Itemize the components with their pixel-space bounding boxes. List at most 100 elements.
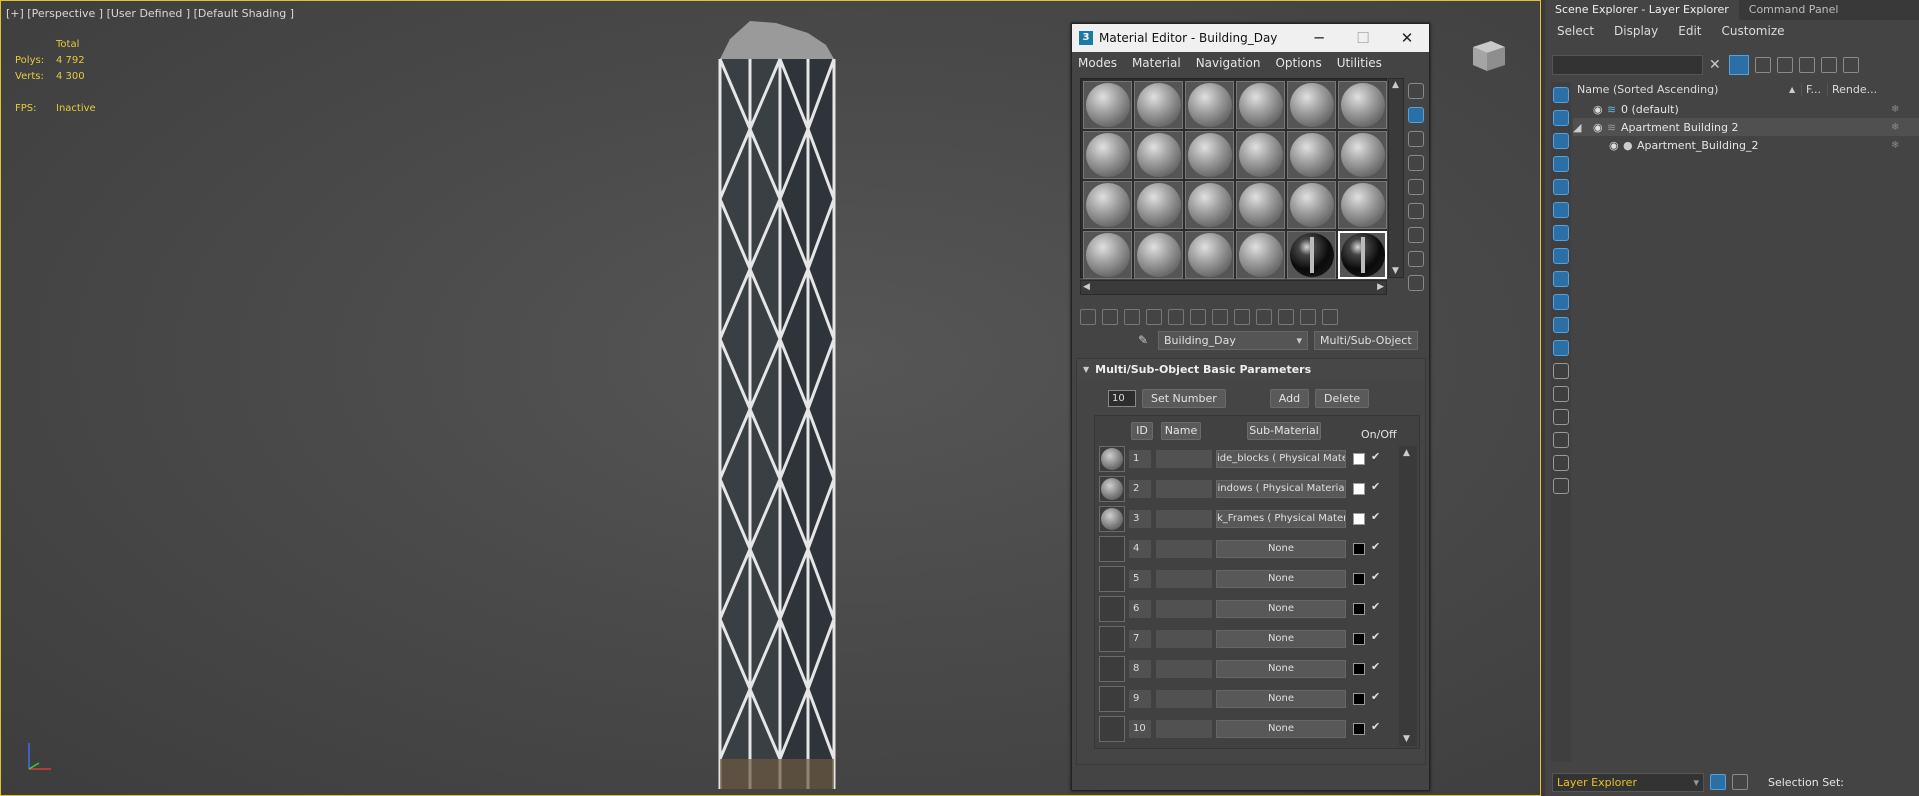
sub-material-button[interactable]: None (1216, 600, 1346, 618)
scroll-left-icon[interactable]: ◀ (1083, 282, 1090, 292)
bones-filter-icon[interactable] (1553, 271, 1569, 287)
set-number-button[interactable]: Set Number (1142, 389, 1226, 408)
scroll-down-icon[interactable]: ▼ (1403, 734, 1410, 744)
hierarchy-explorer-icon[interactable] (1732, 774, 1748, 790)
sub-material-swatch[interactable] (1099, 716, 1125, 742)
space-warps-filter-icon[interactable] (1553, 202, 1569, 218)
table-row[interactable]: 10 None ✔ (1099, 716, 1399, 743)
on-off-checkbox[interactable]: ✔ (1371, 600, 1380, 613)
material-id-channel-icon[interactable] (1212, 309, 1228, 325)
slots-vertical-scrollbar[interactable]: ▲ ▼ (1388, 78, 1404, 278)
scroll-up-icon[interactable]: ▲ (1392, 80, 1399, 90)
tab-scene-explorer[interactable]: Scene Explorer - Layer Explorer (1545, 0, 1739, 20)
material-sample-slot[interactable] (1236, 181, 1285, 229)
sort-ascending-icon[interactable]: ▲ (1789, 85, 1801, 94)
sub-material-swatch[interactable] (1099, 596, 1125, 622)
show-map-in-viewport-icon[interactable] (1234, 309, 1250, 325)
menu-material[interactable]: Material (1132, 56, 1181, 70)
color-swatch[interactable] (1353, 663, 1365, 675)
slots-horizontal-scrollbar[interactable]: ◀ ▶ (1080, 280, 1387, 295)
table-scrollbar[interactable]: ▲ ▼ (1399, 446, 1417, 746)
material-sample-slot[interactable] (1083, 81, 1132, 129)
row-name-field[interactable] (1156, 540, 1212, 558)
on-off-checkbox[interactable]: ✔ (1371, 570, 1380, 583)
on-off-checkbox[interactable]: ✔ (1371, 510, 1380, 523)
sample-uv-tiling-icon[interactable] (1408, 155, 1424, 171)
table-row[interactable]: 2 indows ( Physical Materia ✔ (1099, 476, 1399, 503)
menu-modes[interactable]: Modes (1078, 56, 1117, 70)
material-sample-slot[interactable] (1134, 131, 1183, 179)
menu-navigation[interactable]: Navigation (1196, 56, 1261, 70)
material-sample-slot[interactable] (1185, 81, 1234, 129)
go-forward-sibling-icon[interactable] (1300, 309, 1316, 325)
backlight-icon[interactable] (1408, 107, 1424, 123)
tree-item-default-layer[interactable]: ◉ ≋ 0 (default) ❄ ♨ (1573, 100, 1919, 118)
sub-material-swatch[interactable] (1099, 566, 1125, 592)
color-swatch[interactable] (1353, 723, 1365, 735)
background-icon[interactable] (1408, 131, 1424, 147)
delete-button[interactable]: Delete (1315, 389, 1370, 408)
scroll-right-icon[interactable]: ▶ (1377, 282, 1384, 292)
column-name[interactable]: Name (Sorted Ascending) (1573, 83, 1789, 96)
table-row[interactable]: 9 None ✔ (1099, 686, 1399, 713)
color-swatch[interactable] (1353, 603, 1365, 615)
maximize-icon[interactable]: ☐ (1341, 29, 1385, 47)
explorer-column-header[interactable]: Name (Sorted Ascending) ▲ F... Rende... (1573, 80, 1919, 98)
on-off-checkbox[interactable]: ✔ (1371, 540, 1380, 553)
video-color-check-icon[interactable] (1408, 179, 1424, 195)
freeze-snowflake-icon[interactable]: ❄ (1891, 140, 1899, 151)
lock-icon[interactable] (1755, 57, 1771, 73)
material-sample-slot[interactable] (1338, 181, 1387, 229)
table-row[interactable]: 1 ide_blocks ( Physical Mater ✔ (1099, 446, 1399, 473)
search-input[interactable] (1552, 55, 1703, 75)
color-swatch[interactable] (1353, 573, 1365, 585)
column-sub-material-button[interactable]: Sub-Material (1247, 422, 1321, 440)
filter-icon[interactable] (1729, 55, 1749, 75)
reset-map-icon[interactable] (1146, 309, 1162, 325)
column-id-button[interactable]: ID (1131, 422, 1153, 440)
menu-utilities[interactable]: Utilities (1337, 56, 1382, 70)
sub-material-button[interactable]: None (1216, 630, 1346, 648)
material-sample-slot[interactable] (1287, 81, 1336, 129)
on-off-checkbox[interactable]: ✔ (1371, 660, 1380, 673)
hidden-filter-icon[interactable] (1553, 340, 1569, 356)
show-end-result-icon[interactable] (1256, 309, 1272, 325)
assign-to-selection-icon[interactable] (1124, 309, 1140, 325)
row-name-field[interactable] (1156, 480, 1212, 498)
material-sample-slot[interactable] (1236, 131, 1285, 179)
close-icon[interactable]: ✕ (1385, 29, 1429, 47)
sub-material-button[interactable]: None (1216, 660, 1346, 678)
add-button[interactable]: Add (1269, 389, 1310, 408)
sub-material-swatch[interactable] (1099, 506, 1125, 532)
material-sample-slot[interactable] (1083, 181, 1132, 229)
column-frozen[interactable]: F... (1801, 82, 1827, 96)
freeze-snowflake-icon[interactable]: ❄ (1891, 122, 1899, 133)
sub-material-swatch[interactable] (1099, 656, 1125, 682)
on-off-checkbox[interactable]: ✔ (1371, 450, 1380, 463)
rollout-header[interactable]: ▼ Multi/Sub-Object Basic Parameters (1077, 359, 1425, 379)
groups-filter-icon[interactable] (1553, 225, 1569, 241)
menu-edit[interactable]: Edit (1678, 24, 1701, 38)
select-by-material-icon[interactable] (1408, 251, 1424, 267)
sample-type-icon[interactable] (1408, 83, 1424, 99)
put-to-scene-icon[interactable] (1102, 309, 1118, 325)
expand-arrow-icon[interactable]: ◢ (1573, 121, 1583, 134)
material-sample-slot[interactable] (1236, 81, 1285, 129)
scroll-up-icon[interactable]: ▲ (1403, 448, 1410, 458)
on-off-checkbox[interactable]: ✔ (1371, 630, 1380, 643)
sub-material-button[interactable]: None (1216, 720, 1346, 738)
table-row[interactable]: 6 None ✔ (1099, 596, 1399, 623)
visibility-eye-icon[interactable]: ◉ (1593, 121, 1607, 134)
row-name-field[interactable] (1156, 720, 1212, 738)
explorer-type-dropdown[interactable]: Layer Explorer (1552, 772, 1704, 792)
freeze-snowflake-icon[interactable]: ❄ (1891, 104, 1899, 115)
get-material-icon[interactable] (1080, 309, 1096, 325)
material-name-dropdown[interactable]: Building_Day (1158, 330, 1308, 350)
row-name-field[interactable] (1156, 690, 1212, 708)
sub-material-button[interactable]: ide_blocks ( Physical Mater (1216, 450, 1346, 468)
hierarchy-icon[interactable] (1821, 57, 1837, 73)
geometry-filter-icon[interactable] (1553, 87, 1569, 103)
funnel-icon[interactable] (1553, 455, 1569, 471)
row-name-field[interactable] (1156, 630, 1212, 648)
menu-select[interactable]: Select (1557, 24, 1594, 38)
